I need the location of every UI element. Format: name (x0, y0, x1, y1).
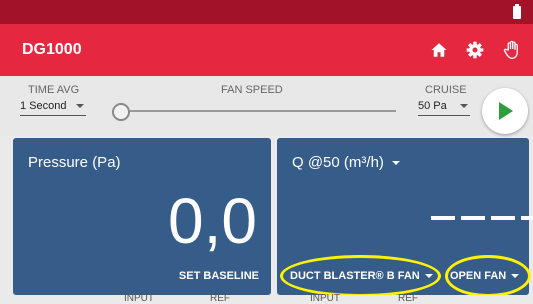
app-bar: DG1000 (0, 24, 533, 76)
tab-ref[interactable]: REF (210, 293, 230, 304)
chevron-down-icon (460, 104, 468, 108)
fan-config-label: OPEN FAN (450, 270, 507, 282)
time-avg-value: 1 Second (20, 100, 67, 112)
flow-card-title-row[interactable]: Q @50 (m³/h) (292, 154, 400, 171)
play-button[interactable] (482, 88, 528, 134)
value-dash (431, 216, 455, 220)
play-icon (499, 102, 513, 120)
value-dash (461, 216, 485, 220)
gear-icon[interactable] (463, 38, 487, 62)
value-dash (491, 216, 515, 220)
device-select-button[interactable]: DUCT BLASTER® B FAN (290, 270, 433, 282)
cruise-label: CRUISE (425, 84, 467, 96)
fan-speed-label: FAN SPEED (221, 84, 283, 96)
time-avg-select[interactable]: 1 Second (20, 97, 86, 116)
flow-card: Q @50 (m³/h) DUCT BLASTER® B FAN OPEN FA… (277, 138, 533, 295)
hand-icon[interactable] (500, 38, 524, 62)
pressure-value: 0,0 (168, 185, 257, 257)
device-select-label: DUCT BLASTER® B FAN (290, 270, 420, 282)
value-dash (521, 216, 533, 220)
chevron-down-icon (391, 161, 400, 166)
flow-value (431, 216, 533, 220)
cruise-select[interactable]: 50 Pa (418, 97, 470, 116)
bottom-tab-strip (0, 295, 533, 302)
chevron-down-icon (76, 104, 84, 108)
pressure-card: Pressure (Pa) 0,0 SET BASELINE (13, 138, 271, 295)
controls-bar: TIME AVG 1 Second FAN SPEED CRUISE 50 Pa (0, 76, 533, 136)
cruise-value: 50 Pa (418, 100, 447, 112)
tab-input[interactable]: INPUT (310, 293, 340, 304)
pressure-card-title: Pressure (Pa) (28, 154, 121, 171)
chevron-down-icon (424, 274, 433, 279)
app-title: DG1000 (22, 41, 82, 58)
status-bar (0, 0, 533, 24)
battery-icon (513, 4, 521, 19)
tab-input[interactable]: INPUT (124, 293, 154, 304)
fan-config-button[interactable]: OPEN FAN (450, 270, 520, 282)
flow-card-title: Q @50 (m³/h) (292, 154, 384, 171)
chevron-down-icon (511, 274, 520, 279)
set-baseline-button[interactable]: SET BASELINE (179, 270, 259, 282)
home-icon[interactable] (427, 38, 451, 62)
time-avg-label: TIME AVG (28, 84, 80, 96)
fan-speed-slider-track[interactable] (128, 110, 396, 112)
fan-speed-slider-thumb[interactable] (112, 103, 130, 121)
tab-ref[interactable]: REF (398, 293, 418, 304)
